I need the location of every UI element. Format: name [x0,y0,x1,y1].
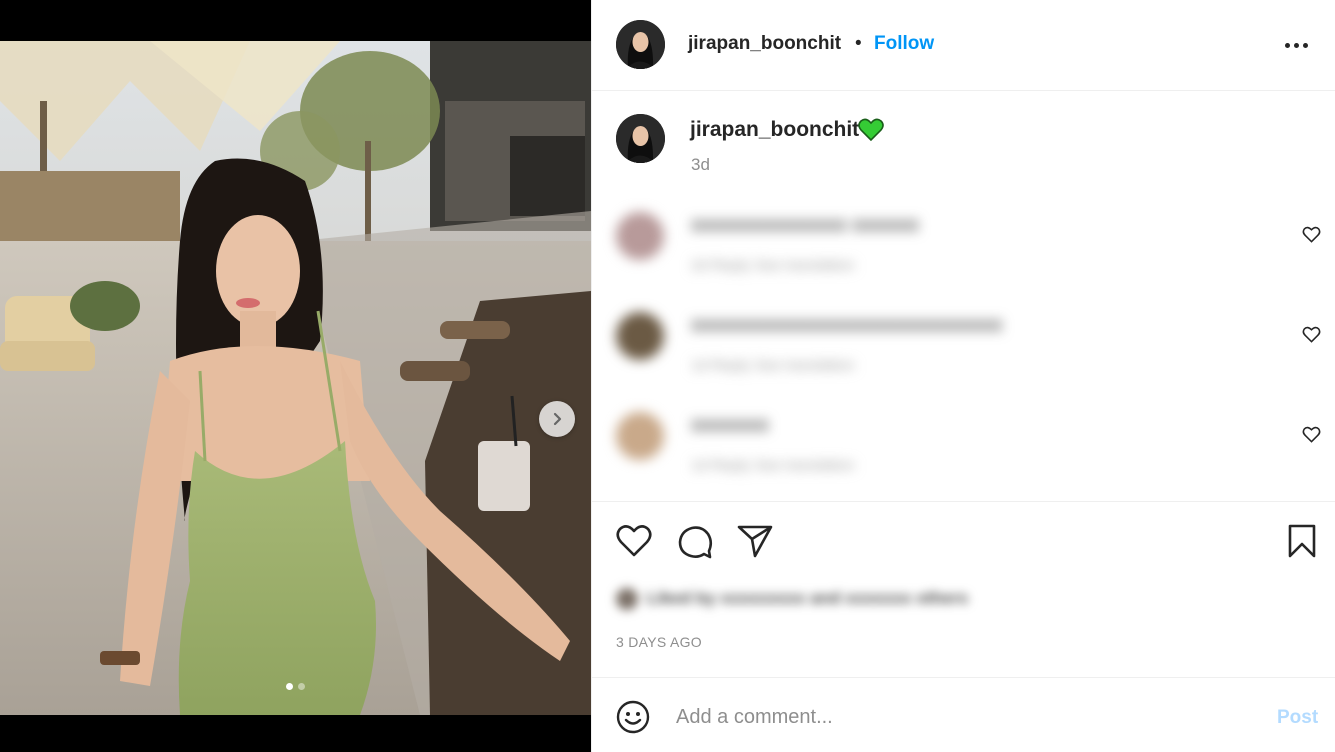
comment-avatar[interactable] [616,412,664,460]
comment-like-heart-icon[interactable] [1302,325,1321,344]
comment-bubble-icon[interactable] [677,524,713,560]
save-bookmark-icon[interactable] [1287,524,1317,559]
caption-time: 3d [691,155,710,174]
green-heart-emoji [858,118,884,147]
caption-author-avatar[interactable] [616,114,665,163]
comment-avatar[interactable] [616,312,664,360]
comment-like-heart-icon[interactable] [1302,225,1321,244]
header-separator: • [855,33,862,54]
comment-input[interactable] [676,702,1236,732]
post-header: jirapan_boonchit • Follow [592,0,1335,91]
dot-icon [1294,42,1299,48]
like-heart-icon[interactable] [616,524,652,558]
avatar-image [616,20,665,69]
comment-like-heart-icon[interactable] [1302,425,1321,444]
comment-item: xxxxxxxxxxxxxx xxxxxx 2d Reply See trans… [592,200,1335,290]
next-slide-button[interactable] [539,401,575,437]
carousel-dot [298,683,305,690]
photo-illustration [0,41,591,715]
chevron-right-icon [553,412,562,426]
share-paper-plane-icon[interactable] [737,524,773,558]
post-timestamp: 3 DAYS AGO [616,634,702,650]
dot-icon [1285,42,1290,48]
follow-button[interactable]: Follow [874,33,934,55]
comment-meta: 1d Reply See translation [691,457,855,474]
section-divider [592,501,1335,502]
liker-avatar [616,588,638,610]
author-username[interactable]: jirapan_boonchit [688,33,841,55]
comment-list: xxxxxxxxxxxxxx xxxxxx 2d Reply See trans… [592,190,1335,500]
emoji-smiley-icon[interactable] [616,700,650,734]
dot-icon [1303,42,1308,48]
comment-item: xxxxxxxxxxxxxxxxxxxxxxxxxxxx 1d Reply Se… [592,300,1335,390]
comment-item: xxxxxxx 1d Reply See translation [592,400,1335,490]
comment-avatar[interactable] [616,212,664,260]
comment-text: xxxxxxxxxxxxxx xxxxxx [691,214,920,236]
author-avatar[interactable] [616,20,665,69]
post-media [0,0,591,752]
avatar-image [616,114,665,163]
post-photo[interactable] [0,41,591,715]
likes-text: Liked by xxxxxxxxx and xxxxxxx others [646,588,969,608]
comment-text: xxxxxxx [691,414,769,436]
comment-text: xxxxxxxxxxxxxxxxxxxxxxxxxxxx [691,314,1003,336]
green-heart-icon [858,118,884,142]
comment-meta: 1d Reply See translation [691,357,855,374]
likes-summary-blurred[interactable]: Liked by xxxxxxxxx and xxxxxxx others [616,588,1106,614]
post-comment-button[interactable]: Post [1277,707,1318,729]
more-options-button[interactable] [1285,36,1313,54]
carousel-indicator [0,683,591,690]
post-details-panel: jirapan_boonchit • Follow jirapan_boonch… [591,0,1335,752]
add-comment-bar: Post [592,677,1335,752]
comment-meta: 2d Reply See translation [691,257,855,274]
caption-username[interactable]: jirapan_boonchit [690,118,859,142]
carousel-dot-active [286,683,293,690]
